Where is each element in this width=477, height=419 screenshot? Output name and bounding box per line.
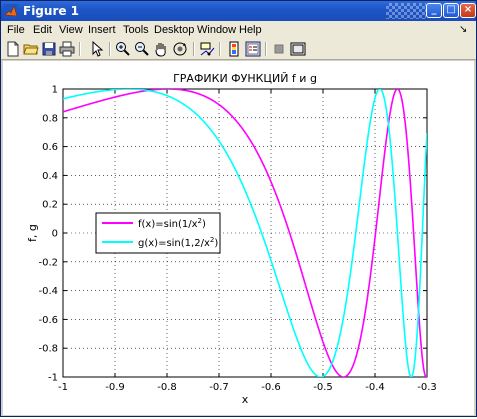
pan-hand-icon[interactable]: [153, 41, 169, 57]
menu-view[interactable]: View: [59, 24, 83, 36]
y-tick-label: 0.6: [42, 142, 58, 153]
legend-label-g: g(x)=sin(1,2/x2): [138, 236, 218, 249]
close-button[interactable]: ×: [460, 3, 476, 18]
legend-label-g-main: g(x)=sin(1,2/x: [138, 238, 210, 249]
x-tick-label: -0.9: [105, 382, 125, 393]
legend-icon[interactable]: [245, 41, 261, 57]
titlebar-decoration: [386, 3, 426, 19]
y-tick-label: 1: [52, 85, 58, 96]
minimize-icon: _: [431, 4, 437, 15]
print-icon[interactable]: [59, 41, 75, 57]
maximize-button[interactable]: □: [443, 3, 459, 18]
matlab-logo-icon: [4, 4, 18, 18]
open-folder-icon[interactable]: [23, 41, 39, 57]
legend-label-f-main: f(x)=sin(1/x: [138, 219, 198, 230]
x-tick-label: -0.3: [417, 382, 437, 393]
maximize-icon: □: [446, 4, 456, 15]
x-tick-label: -0.8: [157, 382, 177, 393]
menu-file[interactable]: File: [7, 24, 25, 36]
menu-edit[interactable]: Edit: [33, 24, 52, 36]
legend-label-f: f(x)=sin(1/x2): [138, 217, 206, 230]
x-tick-label: -1: [58, 382, 68, 393]
y-tick-label: 0.8: [42, 113, 58, 124]
rotate-3d-icon[interactable]: [172, 41, 188, 57]
save-icon[interactable]: [41, 41, 57, 57]
x-tick-label: -0.5: [313, 382, 333, 393]
y-tick-label: -0.6: [38, 315, 58, 326]
show-plot-tools-icon[interactable]: [290, 41, 306, 57]
zoom-in-icon[interactable]: [115, 41, 131, 57]
menu-bar: File Edit View Insert Tools Desktop Wind…: [1, 21, 476, 39]
minimize-button[interactable]: _: [426, 3, 442, 18]
pointer-icon[interactable]: [89, 41, 105, 57]
toolbar-separator: [193, 42, 195, 56]
y-tick-label: 0.2: [42, 200, 58, 211]
legend-label-g-tail: ): [214, 238, 218, 249]
toolbar-separator: [109, 42, 111, 56]
new-file-icon[interactable]: [5, 41, 21, 57]
x-tick-label: -0.6: [261, 382, 281, 393]
y-tick-label: -0.8: [38, 344, 58, 355]
hide-plot-tools-icon[interactable]: [271, 41, 287, 57]
menu-insert[interactable]: Insert: [88, 24, 116, 36]
menu-overflow-icon[interactable]: ↘: [459, 24, 467, 35]
y-tick-label: -0.4: [38, 286, 58, 297]
colorbar-icon[interactable]: [226, 41, 242, 57]
toolbar-separator: [219, 42, 221, 56]
data-cursor-icon[interactable]: [199, 41, 215, 57]
menu-window[interactable]: Window: [197, 24, 236, 36]
toolbar-separator: [265, 42, 267, 56]
chart-title: ГРАФИКИ ФУНКЦИЙ f и g: [173, 72, 317, 85]
menu-desktop[interactable]: Desktop: [154, 24, 194, 36]
x-tick-label: -0.7: [209, 382, 229, 393]
menu-help[interactable]: Help: [239, 24, 262, 36]
y-tick-label: 0: [52, 229, 58, 240]
y-tick-label: -1: [48, 373, 58, 384]
figure-canvas[interactable]: -1 -0.9 -0.8 -0.7 -0.6 -0.5 -0.4 -0.3 1 0.8 0.6 0.…: [3, 61, 474, 415]
plot-svg[interactable]: -1 -0.9 -0.8 -0.7 -0.6 -0.5 -0.4 -0.3 1 0.8 0.6 0.…: [3, 61, 474, 415]
figure-toolbar: [1, 39, 476, 60]
x-axis-label: x: [242, 393, 249, 406]
y-tick-label: 0.4: [42, 171, 58, 182]
legend-label-f-tail: ): [202, 219, 206, 230]
title-bar[interactable]: Figure 1 _ □ ×: [1, 1, 476, 21]
toolbar-separator: [79, 42, 81, 56]
menu-tools[interactable]: Tools: [123, 24, 149, 36]
close-icon: ×: [463, 4, 473, 15]
y-tick-label: -0.2: [38, 257, 58, 268]
x-tick-label: -0.4: [365, 382, 385, 393]
y-axis-label: f, g: [26, 224, 39, 242]
legend[interactable]: f(x)=sin(1/x2) g(x)=sin(1,2/x2): [95, 212, 221, 254]
zoom-out-icon[interactable]: [134, 41, 150, 57]
figure-window: Figure 1 _ □ × File Edit View Insert Too…: [0, 0, 477, 417]
window-title: Figure 1: [23, 4, 80, 18]
